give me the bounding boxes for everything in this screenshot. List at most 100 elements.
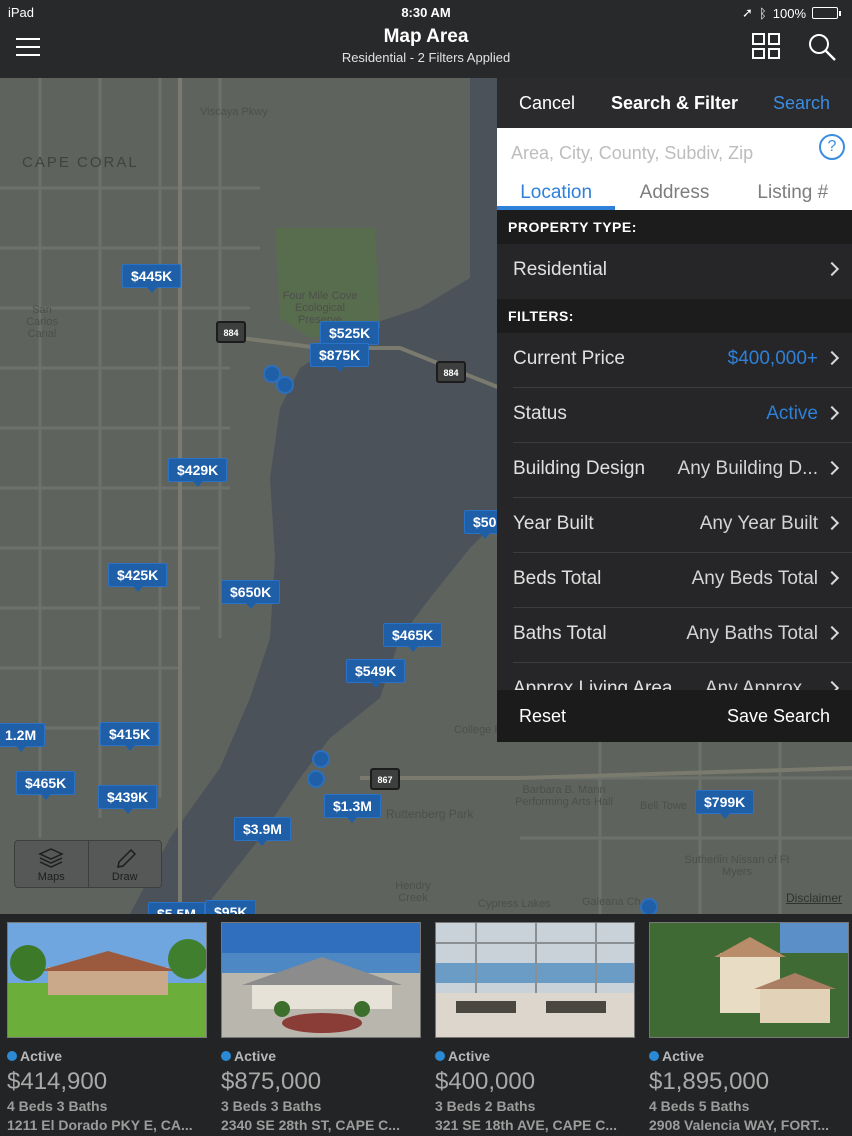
chevron-right-icon <box>824 570 840 586</box>
price-pin[interactable]: $549K <box>346 659 406 688</box>
price-pin[interactable]: $465K <box>16 771 76 800</box>
chevron-right-icon <box>824 405 840 421</box>
listing-beds-baths: 3 Beds 2 Baths <box>435 1098 536 1114</box>
disclaimer-link[interactable]: Disclaimer <box>786 891 842 905</box>
location-search-input[interactable] <box>511 140 811 166</box>
highway-shield: 884 <box>436 361 466 383</box>
listing-dot[interactable] <box>640 898 658 914</box>
filter-value: Any Beds Total <box>691 568 818 589</box>
panel-footer: Reset Save Search <box>497 690 852 742</box>
chevron-right-icon <box>824 515 840 531</box>
area-label: Hendry Creek <box>395 880 431 904</box>
poi-label: Galeana Ch <box>582 896 641 908</box>
listing-price: $1,895,000 <box>649 1068 770 1095</box>
battery-icon <box>812 7 841 19</box>
chevron-right-icon <box>824 460 840 476</box>
listing-card[interactable]: Active $875,000 3 Beds 3 Baths 2340 SE 2… <box>221 922 421 1136</box>
listing-card[interactable]: Active $414,900 4 Beds 3 Baths 1211 El D… <box>7 922 207 1136</box>
listing-price: $875,000 <box>221 1068 322 1095</box>
price-pin[interactable]: $1.3M <box>324 794 381 823</box>
highway-shield: 884 <box>216 321 246 343</box>
price-pin[interactable]: $445K <box>122 264 182 293</box>
top-bar: iPad 8:30 AM ➚ ᛒ 100% Map Area Residenti… <box>0 0 852 78</box>
highway-shield: 867 <box>370 768 400 790</box>
save-search-button[interactable]: Save Search <box>727 706 830 727</box>
property-type-value: Residential <box>513 259 607 280</box>
listing-photo <box>221 922 421 1038</box>
filter-row-year-built[interactable]: Year Built Any Year Built <box>497 498 852 553</box>
status-time: 8:30 AM <box>401 5 451 20</box>
filter-row-baths-total[interactable]: Baths Total Any Baths Total <box>497 608 852 663</box>
help-icon[interactable]: ? <box>819 134 845 160</box>
draw-button[interactable]: Draw <box>87 841 162 887</box>
status-dot-icon <box>435 1051 445 1061</box>
tab-listing-number[interactable]: Listing # <box>734 182 852 210</box>
price-pin[interactable]: $799K <box>695 790 755 819</box>
draw-label: Draw <box>111 871 138 883</box>
filter-value: Active <box>766 403 818 424</box>
page-subtitle: Residential - 2 Filters Applied <box>341 50 511 65</box>
listing-card[interactable]: Active $400,000 3 Beds 2 Baths 321 SE 18… <box>435 922 635 1136</box>
filters-header: FILTERS: <box>497 299 852 333</box>
park-label: Ruttenberg Park <box>386 807 474 821</box>
filter-value: Any Baths Total <box>686 623 818 644</box>
maps-button[interactable]: Maps <box>15 841 88 887</box>
listing-dot[interactable] <box>312 750 330 768</box>
price-pin[interactable]: $5.5M <box>148 902 205 914</box>
filter-row-status[interactable]: Status Active <box>497 388 852 443</box>
pencil-icon <box>116 848 136 868</box>
price-pin[interactable]: $650K <box>221 580 281 609</box>
price-pin[interactable]: $415K <box>100 722 160 751</box>
location-search-box: ? Location Address Listing # <box>497 128 852 210</box>
price-pin[interactable]: $525K <box>320 321 380 350</box>
price-pin[interactable]: $425K <box>108 563 168 592</box>
tab-address[interactable]: Address <box>615 182 733 210</box>
search-icon[interactable] <box>807 33 837 61</box>
poi-label: Barbara B. Mann Performing Arts Hall <box>515 784 613 808</box>
price-pin[interactable]: $429K <box>168 458 228 487</box>
poi-label: College P <box>454 724 502 736</box>
status-bar: iPad 8:30 AM ➚ ᛒ 100% <box>0 0 852 24</box>
filter-row-building-design[interactable]: Building Design Any Building D... <box>497 443 852 498</box>
filter-value: Any Building D... <box>677 458 818 479</box>
listing-address: 2908 Valencia WAY, FORT... <box>649 1117 830 1133</box>
battery-percent: 100% <box>772 5 806 21</box>
app-root: iPad 8:30 AM ➚ ᛒ 100% Map Area Residenti… <box>0 0 852 1136</box>
listing-photo <box>649 922 849 1038</box>
page-title: Map Area <box>383 26 469 47</box>
listing-status: Active <box>7 1048 207 1064</box>
filter-label: Status <box>513 403 567 424</box>
filter-row-beds-total[interactable]: Beds Total Any Beds Total <box>497 553 852 608</box>
listing-status: Active <box>435 1048 635 1064</box>
listing-card[interactable]: Active $1,895,000 4 Beds 5 Baths 2908 Va… <box>649 922 849 1136</box>
listing-photo <box>435 922 635 1038</box>
tab-location[interactable]: Location <box>497 182 616 210</box>
reset-button[interactable]: Reset <box>519 706 566 727</box>
listing-address: 321 SE 18th AVE, CAPE C... <box>435 1117 618 1133</box>
grid-view-icon[interactable] <box>752 33 780 59</box>
filter-value: Any Year Built <box>699 513 818 534</box>
price-pin[interactable]: $465K <box>383 623 443 652</box>
street-label: Viscaya Pkwy <box>200 106 268 118</box>
price-pin[interactable]: $439K <box>98 785 158 814</box>
price-pin[interactable]: $95K <box>205 900 257 914</box>
map-tools: Maps Draw <box>14 840 162 888</box>
listing-beds-baths: 4 Beds 5 Baths <box>649 1098 750 1114</box>
listing-price: $400,000 <box>435 1068 536 1095</box>
price-pin[interactable]: $3.9M <box>234 817 291 846</box>
property-type-row[interactable]: Residential <box>497 244 852 299</box>
price-pin[interactable]: 1.2M <box>0 723 46 752</box>
listing-dot[interactable] <box>307 770 325 788</box>
filter-label: Baths Total <box>513 623 607 644</box>
price-pin[interactable]: $875K <box>310 343 370 372</box>
chevron-right-icon <box>824 350 840 366</box>
listing-beds-baths: 4 Beds 3 Baths <box>7 1098 108 1114</box>
poi-label: Bell Towe <box>640 800 687 812</box>
listing-strip[interactable]: Active $414,900 4 Beds 3 Baths 1211 El D… <box>0 914 852 1136</box>
status-dot-icon <box>221 1051 231 1061</box>
search-button[interactable]: Search <box>773 93 830 114</box>
area-label: Cypress Lakes <box>478 898 551 910</box>
filter-row-current-price[interactable]: Current Price $400,000+ <box>497 333 852 388</box>
search-filter-panel: Cancel Search & Filter Search ? Location… <box>497 78 852 742</box>
listing-dot[interactable] <box>276 376 294 394</box>
